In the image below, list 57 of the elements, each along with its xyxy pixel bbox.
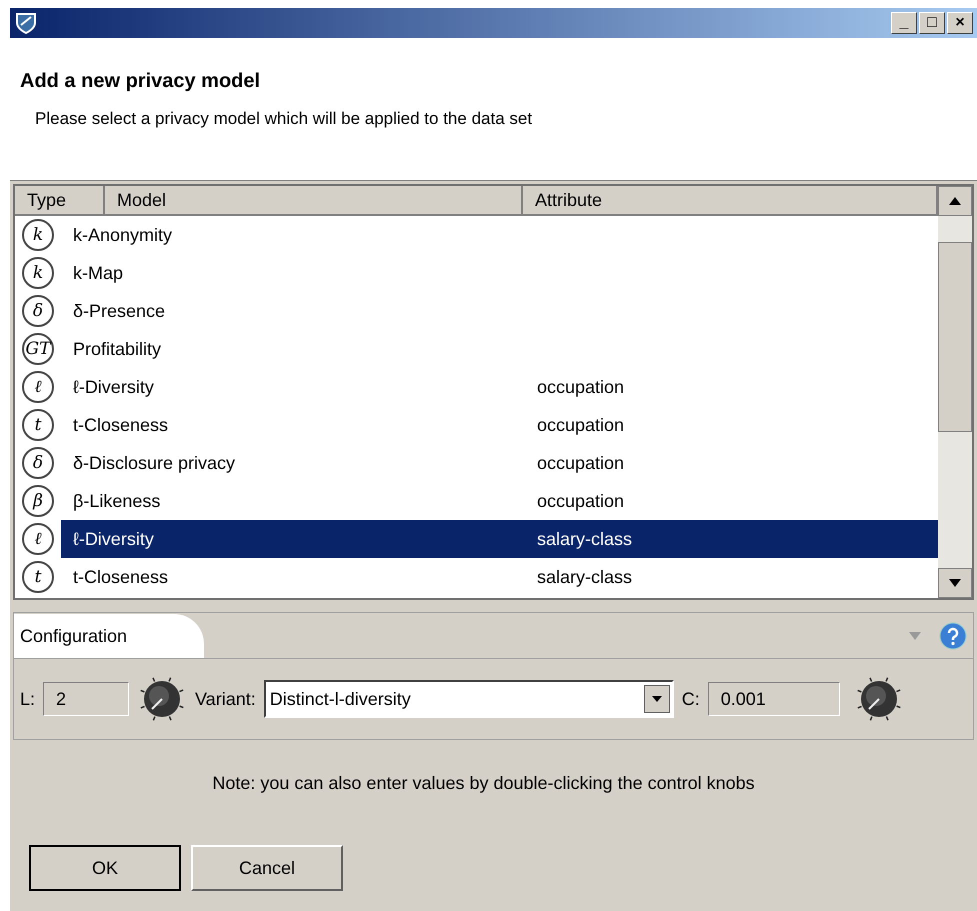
table-row[interactable]: β β-Likeness occupation <box>15 482 938 520</box>
type-symbol: t <box>22 561 54 593</box>
down-arrow-icon[interactable] <box>949 579 961 587</box>
model-name: ℓ-Diversity <box>73 376 154 396</box>
ok-button[interactable]: OK <box>29 845 181 891</box>
column-header[interactable]: Type <box>15 186 105 214</box>
c-field[interactable]: 0.001 <box>708 682 840 716</box>
vertical-scrollbar[interactable] <box>938 186 972 598</box>
cancel-button[interactable]: Cancel <box>191 845 343 891</box>
type-symbol: ℓ <box>22 371 54 403</box>
table-row[interactable]: ℓ ℓ-Diversity occupation <box>15 368 938 406</box>
table-row[interactable]: t t-Closeness occupation <box>15 406 938 444</box>
model-name: t-Closeness <box>73 566 168 586</box>
note-text: Note: you can also enter values by double-clicking the control knobs <box>211 772 756 795</box>
c-label: C: <box>682 688 700 710</box>
attribute-name: occupation <box>537 452 624 472</box>
type-symbol: β <box>22 485 54 517</box>
type-symbol: k <box>22 257 54 289</box>
model-name: δ-Disclosure privacy <box>73 452 236 472</box>
column-header[interactable]: Model <box>105 186 523 214</box>
type-symbol: δ <box>22 295 54 327</box>
model-name: k-Anonymity <box>73 224 172 244</box>
variant-label: Variant: <box>195 688 256 710</box>
dialog-title: Add a new privacy model <box>20 69 262 94</box>
l-field[interactable]: 2 <box>43 682 130 716</box>
table-row[interactable]: δ δ-Presence <box>15 292 938 330</box>
l-label: L: <box>20 688 36 710</box>
attribute-name: occupation <box>537 490 624 510</box>
type-symbol: ℓ <box>22 523 54 555</box>
model-name: t-Closeness <box>73 414 168 434</box>
variant-dropdown[interactable]: Distinct-l-diversity <box>264 680 674 718</box>
type-symbol: GT <box>22 333 54 365</box>
shield-logo-icon <box>14 11 38 35</box>
table-row[interactable]: δ δ-Disclosure privacy occupation <box>15 444 938 482</box>
table-row[interactable]: k k-Anonymity <box>15 216 938 254</box>
attribute-name: salary-class <box>537 528 632 548</box>
minimize-button[interactable]: _ <box>891 12 917 34</box>
attribute-name: salary-class <box>537 566 632 586</box>
model-name: k-Map <box>73 262 124 282</box>
configuration-tab[interactable]: Configuration <box>14 614 204 658</box>
table-row[interactable]: k k-Map <box>15 254 938 292</box>
maximize-button[interactable]: □ <box>919 12 945 34</box>
type-symbol: δ <box>22 447 54 479</box>
table-row[interactable]: GT Profitability <box>15 330 938 368</box>
model-name: ℓ-Diversity <box>73 528 154 548</box>
model-name: Profitability <box>73 338 162 358</box>
up-arrow-icon[interactable] <box>949 197 961 205</box>
dialog-subtitle: Please select a privacy model which will be applied to the data set <box>34 108 534 130</box>
help-icon[interactable] <box>939 622 967 650</box>
attribute-name: occupation <box>537 414 624 434</box>
type-symbol: k <box>22 219 54 251</box>
type-symbol: t <box>22 409 54 441</box>
table-row[interactable]: t t-Closeness salary-class <box>15 558 938 596</box>
close-button[interactable]: × <box>947 12 973 34</box>
attribute-name: occupation <box>537 376 624 396</box>
model-name: β-Likeness <box>73 490 160 510</box>
model-name: δ-Presence <box>73 300 166 320</box>
